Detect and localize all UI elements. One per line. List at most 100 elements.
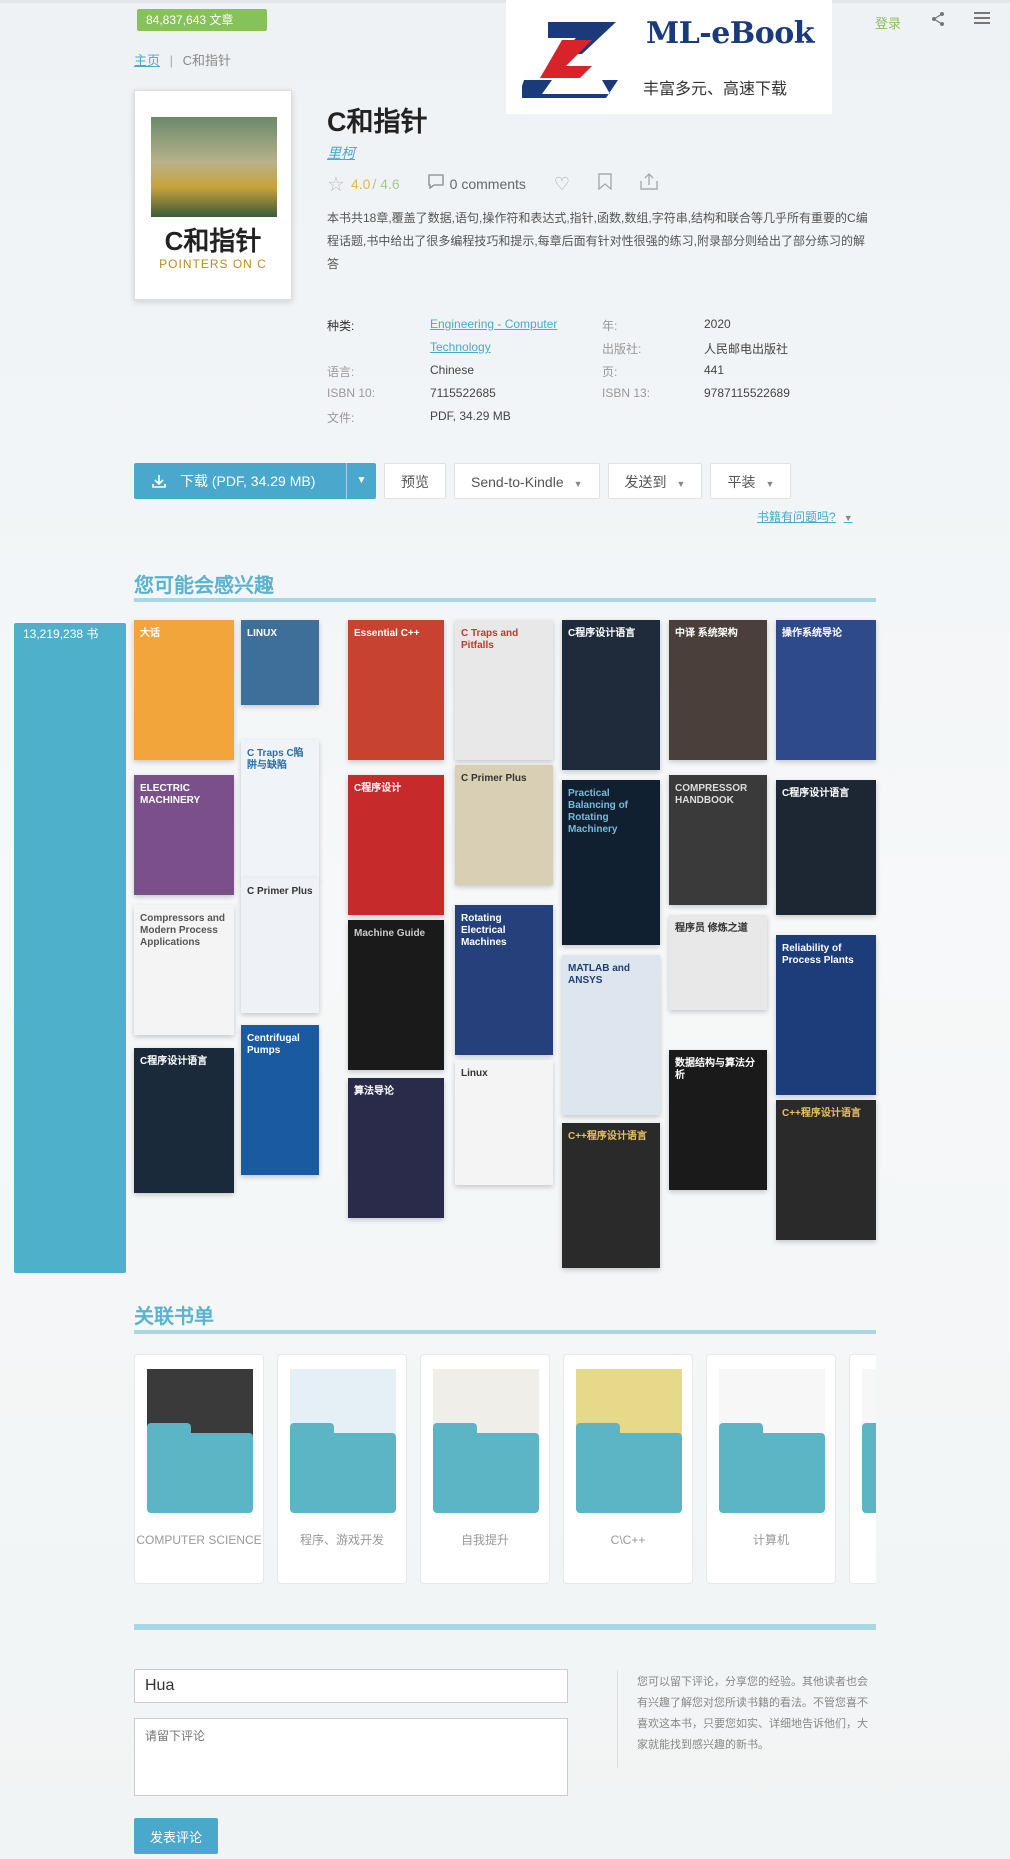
related-book-cover[interactable]: Rotating Electrical Machines <box>455 905 553 1055</box>
related-book-title: Machine Guide <box>354 928 426 939</box>
related-book-cover[interactable]: 程序员 修炼之道 <box>669 915 767 1010</box>
related-book-title: 程序员 修炼之道 <box>675 923 748 934</box>
rating-row: ☆ 4.0 / 4.6 0 comments ♡ <box>327 172 658 197</box>
related-book-title: COMPRESSOR HANDBOOK <box>675 783 748 806</box>
related-book-cover[interactable]: 操作系统导论 <box>776 620 876 760</box>
related-book-cover[interactable]: Centrifugal Pumps <box>241 1025 319 1175</box>
meta-category-link[interactable]: Engineering - Computer Technology <box>430 313 600 359</box>
related-book-title: 中译 系统架构 <box>675 628 738 639</box>
booklist-card[interactable]: 计算机 <box>706 1354 836 1584</box>
related-book-cover[interactable]: Compressors and Modern Process Applicati… <box>134 905 234 1035</box>
books-count-badge[interactable]: 13,219,238 书 <box>14 623 126 1273</box>
booklist-card[interactable]: 程序、游戏开发 <box>277 1354 407 1584</box>
booklist-card[interactable]: 自我提升 <box>420 1354 550 1584</box>
comment-icon[interactable] <box>428 174 444 194</box>
related-book-title: Rotating Electrical Machines <box>461 913 507 948</box>
interest-section-title: 您可能会感兴趣 <box>134 575 274 597</box>
related-book-cover[interactable]: 算法导论 <box>348 1078 444 1218</box>
download-button[interactable]: 下载 (PDF, 34.29 MB) <box>134 463 346 499</box>
login-link[interactable]: 登录 <box>875 13 901 32</box>
upload-share-icon[interactable] <box>640 173 658 195</box>
rating-value: 4.0 <box>350 176 371 192</box>
send-to-label: 发送到 <box>624 474 667 490</box>
heart-icon[interactable]: ♡ <box>554 174 570 195</box>
related-book-cover[interactable]: C程序设计语言 <box>134 1048 234 1193</box>
meta-year-label: 年: <box>602 319 618 333</box>
format-button[interactable]: 平装 ▼ <box>710 463 792 499</box>
comment-note-divider <box>617 1670 618 1768</box>
meta-category-label: 种类: <box>327 319 355 333</box>
menu-icon[interactable] <box>972 11 992 31</box>
breadcrumb-current: C和指针 <box>182 53 232 68</box>
preview-button[interactable]: 预览 <box>384 463 446 499</box>
related-book-title: C程序设计 <box>354 783 402 794</box>
related-book-cover[interactable]: 数据结构与算法分析 <box>669 1050 767 1190</box>
logo-subtitle: 丰富多元、高速下载 <box>643 81 788 98</box>
meta-publisher-label: 出版社: <box>602 342 642 356</box>
related-book-cover[interactable]: C程序设计语言 <box>776 780 876 915</box>
chevron-down-icon: ▼ <box>765 479 775 489</box>
meta-isbn10-value: 7115522685 <box>430 386 496 400</box>
related-book-cover[interactable]: C Traps and Pitfalls <box>455 620 553 760</box>
related-book-cover[interactable]: Linux <box>455 1060 553 1185</box>
related-book-title: C Primer Plus <box>247 886 313 897</box>
breadcrumb-home[interactable]: 主页 <box>134 53 160 68</box>
related-book-cover[interactable]: LINUX <box>241 620 319 705</box>
related-book-title: Practical Balancing of Rotating Machiner… <box>568 788 629 835</box>
booklist-label: COMPUTER SCIENCE <box>136 1533 262 1547</box>
booklist-card[interactable]: S <box>849 1354 876 1584</box>
logo: ML-eBook 丰富多元、高速下载 <box>506 0 832 114</box>
share-icon[interactable] <box>928 11 948 31</box>
book-author-link[interactable]: 里柯 <box>327 143 355 163</box>
related-book-cover[interactable]: C Primer Plus <box>241 878 319 1013</box>
related-book-cover[interactable]: ELECTRIC MACHINERY <box>134 775 234 895</box>
rating-max: / 4.6 <box>372 176 400 192</box>
related-book-cover[interactable]: Reliability of Process Plants <box>776 935 876 1095</box>
bookmark-icon[interactable] <box>598 173 612 195</box>
related-book-cover[interactable]: Essential C++ <box>348 620 444 760</box>
download-dropdown-toggle[interactable]: ▼ <box>346 463 376 499</box>
meta-language-label: 语言: <box>327 365 355 379</box>
related-book-cover[interactable]: Machine Guide <box>348 920 444 1070</box>
send-to-kindle-button[interactable]: Send-to-Kindle ▼ <box>454 463 600 499</box>
related-book-title: C程序设计语言 <box>782 788 850 799</box>
booklist-label: 计算机 <box>752 1533 789 1547</box>
comment-textarea[interactable] <box>134 1718 568 1796</box>
related-book-cover[interactable]: C Primer Plus <box>455 765 553 885</box>
related-book-cover[interactable]: C程序设计 <box>348 775 444 915</box>
report-problem-label: 书籍有问题吗? <box>757 510 836 524</box>
related-book-cover[interactable]: C Traps C陷阱与缺陷 <box>241 740 319 880</box>
related-book-cover[interactable]: 大话 <box>134 620 234 760</box>
related-book-title: Compressors and Modern Process Applicati… <box>140 913 226 948</box>
report-problem-link[interactable]: 书籍有问题吗? ▼ <box>757 508 853 525</box>
related-book-title: Linux <box>461 1068 488 1079</box>
chevron-down-icon: ▼ <box>843 513 853 523</box>
booklist-label: S <box>850 1533 876 1548</box>
book-cover[interactable]: C和指针 POINTERS ON C <box>134 90 292 300</box>
booklist-card[interactable]: COMPUTER SCIENCE <box>134 1354 264 1584</box>
send-to-button[interactable]: 发送到 ▼ <box>607 463 703 499</box>
breadcrumb-separator: | <box>169 53 174 68</box>
meta-isbn13-label: ISBN 13: <box>602 386 651 400</box>
related-book-cover[interactable]: COMPRESSOR HANDBOOK <box>669 775 767 905</box>
related-book-cover[interactable]: C程序设计语言 <box>562 620 660 770</box>
booklist-label: C\C++ <box>610 1533 646 1547</box>
related-book-cover[interactable]: MATLAB and ANSYS <box>562 955 660 1115</box>
booklist-card[interactable]: C\C++ <box>563 1354 693 1584</box>
folder-icon <box>862 1423 876 1513</box>
star-icon[interactable]: ☆ <box>327 172 345 197</box>
related-book-cover[interactable]: Practical Balancing of Rotating Machiner… <box>562 780 660 945</box>
download-icon <box>152 475 166 488</box>
comment-divider <box>134 1624 876 1630</box>
related-book-cover[interactable]: C++程序设计语言 <box>562 1123 660 1268</box>
booklist-label: 自我提升 <box>460 1533 509 1547</box>
download-label: 下载 (PDF, 34.29 MB) <box>180 473 316 489</box>
articles-count-badge[interactable]: 84,837,643 文章 <box>137 9 267 31</box>
submit-comment-button[interactable]: 发表评论 <box>134 1818 218 1854</box>
meta-publisher-value: 人民邮电出版社 <box>704 342 789 356</box>
folder-icon <box>433 1423 539 1513</box>
related-book-cover[interactable]: C++程序设计语言 <box>776 1100 876 1240</box>
name-input[interactable] <box>134 1669 568 1703</box>
related-book-cover[interactable]: 中译 系统架构 <box>669 620 767 760</box>
comments-count[interactable]: 0 comments <box>450 176 526 192</box>
